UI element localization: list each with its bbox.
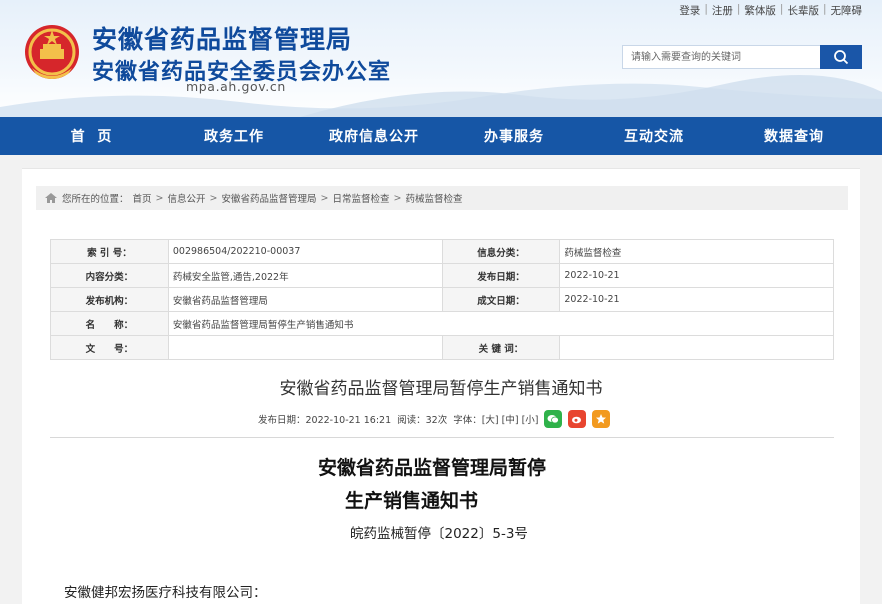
site-title: 安徽省药品监督管理局 xyxy=(92,25,353,54)
nav-interaction[interactable]: 互动交流 xyxy=(584,117,724,155)
category-label: 信息分类： xyxy=(441,239,561,264)
table-row: 名 称： 安徽省药品监督管理局暂停生产销售通知书 xyxy=(50,311,835,336)
nav-government-work[interactable]: 政务工作 xyxy=(164,117,304,155)
name-label: 名 称： xyxy=(50,311,169,336)
breadcrumb: 您所在的位置： 首页 > 信息公开 > 安徽省药品监督管理局 > 日常监督检查 > 药械… xyxy=(36,186,848,210)
breadcrumb-bureau[interactable]: 安徽省药品监督管理局 xyxy=(221,191,316,205)
publisher-value: 安徽省药品监督管理局 xyxy=(167,287,443,312)
national-emblem-icon xyxy=(25,25,79,79)
publish-date-value: 2022-10-21 xyxy=(559,263,834,288)
article-info: 发布日期：2022-10-21 16:21 阅读：32次 字体：[大] [中] … xyxy=(258,410,611,428)
content-type-value: 药械安全监管,通告,2022年 xyxy=(167,263,443,288)
name-value: 安徽省药品监督管理局暂停生产销售通知书 xyxy=(167,311,835,336)
search-input[interactable] xyxy=(622,45,820,69)
search-icon xyxy=(834,50,849,65)
traditional-chinese-link[interactable]: 繁体版 xyxy=(744,3,776,18)
meta-table: 索 引 号： 002986504/202210-00037 信息分类： 药械监督… xyxy=(50,239,835,360)
divider xyxy=(50,437,834,438)
nav-services[interactable]: 办事服务 xyxy=(444,117,584,155)
table-row: 内容分类： 药械安全监管,通告,2022年 发布日期： 2022-10-21 xyxy=(50,263,834,288)
wechat-icon[interactable] xyxy=(544,410,563,428)
category-value: 药械监督检查 xyxy=(559,239,834,264)
table-row: 文 号： 关 键 词： xyxy=(50,335,834,360)
favorite-icon[interactable] xyxy=(592,410,611,428)
top-links: 登录 | 注册 | 繁体版 | 长辈版 | 无障碍 xyxy=(679,3,863,18)
main-nav: 首 页 政务工作 政府信息公开 办事服务 互动交流 数据查询 xyxy=(0,117,882,155)
written-date-value: 2022-10-21 xyxy=(559,287,834,312)
nav-home[interactable]: 首 页 xyxy=(22,117,164,155)
breadcrumb-info-disclosure[interactable]: 信息公开 xyxy=(168,191,206,205)
site-header: 安徽省药品监督管理局 安徽省药品安全委员会办公室 mpa.ah.gov.cn 登… xyxy=(0,0,882,117)
search-bar xyxy=(622,45,862,69)
written-date-label: 成文日期： xyxy=(441,287,561,312)
document-addressee: 安徽健邦宏扬医疗科技有限公司： xyxy=(64,585,267,601)
article-title: 安徽省药品监督管理局暂停生产销售通知书 xyxy=(279,379,603,399)
search-button[interactable] xyxy=(820,45,862,69)
breadcrumb-device-inspection[interactable]: 药械监督检查 xyxy=(405,191,462,205)
keywords-label: 关 键 词： xyxy=(441,335,561,360)
publish-time: 发布日期：2022-10-21 16:21 xyxy=(258,415,392,426)
publisher-label: 发布机构： xyxy=(50,287,169,312)
index-value: 002986504/202210-00037 xyxy=(167,239,443,264)
document-number: 皖药监械暂停〔2022〕5-3号 xyxy=(350,526,528,542)
doc-number-label: 文 号： xyxy=(50,335,169,360)
table-row: 发布机构： 安徽省药品监督管理局 成文日期： 2022-10-21 xyxy=(50,287,834,312)
doc-number-value xyxy=(167,335,443,360)
keywords-value xyxy=(559,335,834,360)
font-size-switch[interactable]: 字体：[大] [中] [小] xyxy=(453,412,538,426)
breadcrumb-daily-inspection[interactable]: 日常监督检查 xyxy=(332,191,389,205)
content-type-label: 内容分类： xyxy=(50,263,169,288)
breadcrumb-prefix: 您所在的位置： xyxy=(62,194,129,205)
view-count: 阅读：32次 xyxy=(397,415,448,426)
nav-data-query[interactable]: 数据查询 xyxy=(724,117,864,155)
document-heading-line2: 生产销售通知书 xyxy=(345,490,479,512)
breadcrumb-home[interactable]: 首页 xyxy=(133,191,152,205)
elder-version-link[interactable]: 长辈版 xyxy=(787,3,819,18)
nav-info-disclosure[interactable]: 政府信息公开 xyxy=(304,117,444,155)
accessibility-link[interactable]: 无障碍 xyxy=(831,3,863,18)
login-link[interactable]: 登录 xyxy=(679,3,700,18)
document-heading-line1: 安徽省药品监督管理局暂停 xyxy=(318,457,547,479)
home-icon xyxy=(45,193,57,203)
register-link[interactable]: 注册 xyxy=(712,3,733,18)
publish-date-label: 发布日期： xyxy=(441,263,561,288)
weibo-icon[interactable] xyxy=(568,410,587,428)
table-row: 索 引 号： 002986504/202210-00037 信息分类： 药械监督… xyxy=(50,239,834,264)
index-label: 索 引 号： xyxy=(50,239,169,264)
site-domain: mpa.ah.gov.cn xyxy=(186,79,286,94)
